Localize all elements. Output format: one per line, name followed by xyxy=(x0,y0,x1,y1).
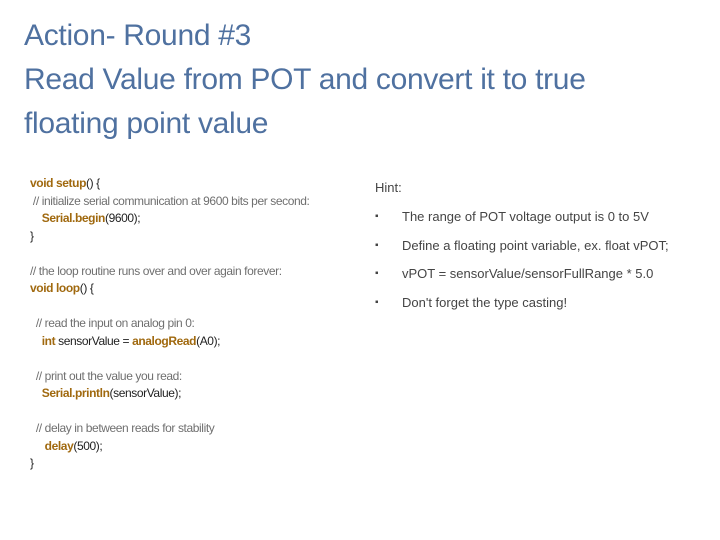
code-keyword: void loop xyxy=(30,281,80,295)
code-text: (A0); xyxy=(196,333,221,348)
code-text: sensorValue = xyxy=(55,333,133,348)
hint-item: ▪ The range of POT voltage output is 0 t… xyxy=(375,209,715,238)
code-text: } xyxy=(30,228,34,243)
code-comment: // the loop routine runs over and over a… xyxy=(30,263,282,278)
bullet-icon: ▪ xyxy=(375,296,379,308)
slide-title: Action- Round #3 Read Value from POT and… xyxy=(24,14,704,146)
code-keyword: Serial.begin xyxy=(41,211,106,225)
code-text: () { xyxy=(79,281,94,295)
hint-list: ▪ The range of POT voltage output is 0 t… xyxy=(375,209,715,323)
code-keyword: delay xyxy=(44,438,74,453)
code-line: // delay in between reads for stability xyxy=(30,420,360,438)
code-line: Serial.println(sensorValue); xyxy=(30,385,360,403)
code-line: // initialize serial communication at 96… xyxy=(30,193,360,211)
hint-text: Define a floating point variable, ex. fl… xyxy=(402,237,669,253)
code-line: void loop() { xyxy=(30,280,360,298)
code-comment: // print out the value you read: xyxy=(30,368,182,383)
code-keyword: Serial.println xyxy=(41,386,110,400)
code-keyword: analogRead xyxy=(132,333,197,348)
code-keyword: void setup xyxy=(30,176,87,190)
code-text: } xyxy=(30,456,34,470)
code-comment: // delay in between reads for stability xyxy=(30,421,215,435)
code-line: Serial.begin(9600); xyxy=(30,210,360,228)
hint-label: Hint: xyxy=(375,180,402,195)
title-line-1: Action- Round #3 xyxy=(24,19,252,52)
hint-text: The range of POT voltage output is 0 to … xyxy=(402,209,649,224)
code-line: void setup() { xyxy=(30,175,360,193)
code-text: (sensorValue); xyxy=(109,386,182,400)
code-line: // read the input on analog pin 0: xyxy=(30,315,360,333)
code-line: // the loop routine runs over and over a… xyxy=(30,263,360,281)
code-text: () { xyxy=(86,176,100,190)
hint-text: vPOT = sensorValue/sensorFullRange * 5.0 xyxy=(402,266,654,281)
code-block: void setup() { // initialize serial comm… xyxy=(30,175,360,473)
bullet-icon: ▪ xyxy=(375,211,379,222)
code-line: // print out the value you read: xyxy=(30,368,360,386)
hint-item: ▪ vPOT = sensorValue/sensorFullRange * 5… xyxy=(375,266,715,295)
bullet-icon: ▪ xyxy=(375,268,379,279)
bullet-icon: ▪ xyxy=(375,239,379,251)
code-keyword: int xyxy=(41,333,56,348)
code-line: } xyxy=(30,455,360,473)
code-text: (500); xyxy=(73,438,103,453)
hint-item: ▪ Don't forget the type casting! xyxy=(375,295,715,324)
title-line-3: floating point value xyxy=(24,107,269,140)
title-line-2: Read Value from POT and convert it to tr… xyxy=(24,63,586,96)
code-line: } xyxy=(30,228,360,246)
hint-text: Don't forget the type casting! xyxy=(402,294,568,310)
hint-item: ▪ Define a floating point variable, ex. … xyxy=(375,238,715,267)
hint-panel: Hint: ▪ The range of POT voltage output … xyxy=(375,180,715,323)
code-comment: // read the input on analog pin 0: xyxy=(30,316,195,330)
code-text: (9600); xyxy=(104,211,141,225)
code-line: delay(500); xyxy=(30,438,360,456)
code-line: int sensorValue = analogRead(A0); xyxy=(30,333,360,351)
code-comment: // initialize serial communication at 96… xyxy=(30,193,310,208)
